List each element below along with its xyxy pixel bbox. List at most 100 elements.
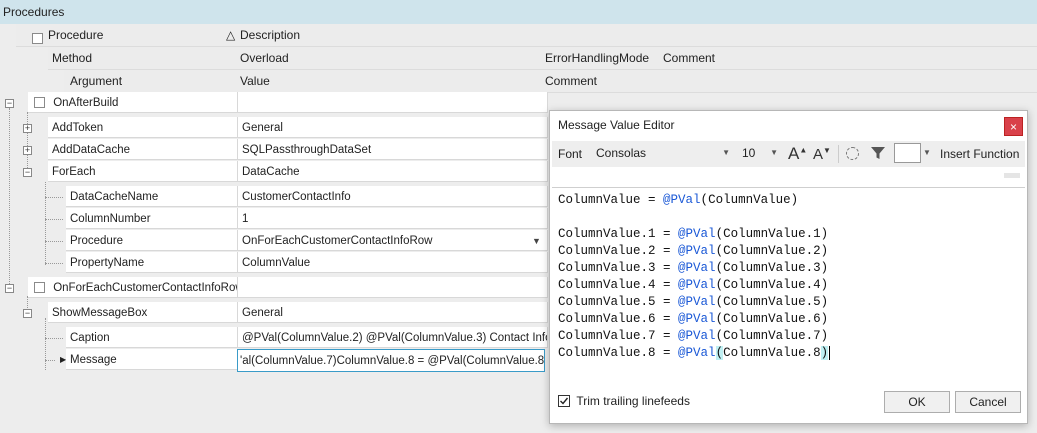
row-checkbox[interactable] (34, 97, 45, 109)
code-line: ColumnValue.1 = @PVal(ColumnValue.1) (558, 227, 828, 241)
insert-function-button[interactable]: Insert Function (940, 147, 1019, 161)
argument-value[interactable]: 1 (238, 208, 548, 229)
tree-row-on-for-each-row[interactable]: − OnForEachCustomerContactInfoRow (0, 277, 548, 299)
tree-row-show-message-box[interactable]: − ShowMessageBox General (0, 302, 548, 324)
code-token-var: ColumnValue.1 (558, 227, 656, 241)
expand-icon[interactable]: + (23, 124, 32, 133)
column-header-description[interactable]: Description (240, 24, 300, 46)
row-label: ShowMessageBox (48, 302, 238, 323)
code-token-open: ( (715, 227, 724, 241)
tree-row-for-each[interactable]: − ForEach DataCache (0, 161, 548, 183)
cancel-button[interactable]: Cancel (955, 391, 1021, 413)
collapse-icon[interactable]: − (23, 168, 32, 177)
code-token-func: @PVal (678, 244, 716, 258)
color-picker-swatch[interactable] (894, 143, 921, 163)
code-token-close: ) (790, 193, 799, 207)
trim-label: Trim trailing linefeeds (576, 393, 690, 408)
header-row-argument: Argument Value Comment (64, 70, 1037, 93)
tree-row-add-token[interactable]: + AddToken General (0, 117, 548, 139)
chevron-down-icon[interactable]: ▼ (722, 143, 730, 163)
argument-value[interactable]: ColumnValue (238, 252, 548, 273)
column-header-arg-comment[interactable]: Comment (545, 70, 597, 92)
clear-format-icon[interactable] (846, 147, 859, 160)
row-value[interactable]: SQLPassthroughDataSet (238, 139, 548, 160)
message-value-input[interactable]: 'al(ColumnValue.7)ColumnValue.8 = @PVal(… (237, 349, 545, 372)
row-checkbox[interactable] (34, 282, 45, 294)
code-line: ColumnValue.5 = @PVal(ColumnValue.5) (558, 295, 828, 309)
argument-row-caption[interactable]: Caption @PVal(ColumnValue.2) @PVal(Colum… (0, 327, 548, 349)
argument-value[interactable]: CustomerContactInfo (238, 186, 548, 207)
column-header-overload[interactable]: Overload (240, 47, 289, 69)
font-name-select[interactable]: Consolas ▼ (588, 143, 734, 163)
filter-icon[interactable] (870, 145, 886, 164)
argument-row-data-cache-name[interactable]: DataCacheName CustomerContactInfo (0, 186, 548, 208)
argument-row-property-name[interactable]: PropertyName ColumnValue (0, 252, 548, 274)
argument-label: Procedure (66, 230, 238, 251)
code-token-eq: = (655, 227, 679, 241)
font-label: Font (558, 147, 583, 161)
trim-checkbox[interactable] (558, 394, 570, 407)
grow-font-glyph: A (788, 144, 800, 163)
code-token-eq: = (640, 193, 664, 207)
argument-value[interactable]: @PVal(ColumnValue.2) @PVal(ColumnValue.3… (238, 327, 548, 348)
code-token-var: ColumnValue.8 (558, 346, 656, 360)
code-line: ColumnValue.4 = @PVal(ColumnValue.4) (558, 278, 828, 292)
code-line: ColumnValue.2 = @PVal(ColumnValue.2) (558, 244, 828, 258)
font-size-select[interactable]: 10 ▼ (738, 143, 782, 163)
tree-row-add-data-cache[interactable]: + AddDataCache SQLPassthroughDataSet (0, 139, 548, 161)
code-token-open: ( (715, 312, 724, 326)
code-token-func: @PVal (678, 295, 716, 309)
collapse-icon[interactable]: − (23, 309, 32, 318)
argument-value-dropdown[interactable]: OnForEachCustomerContactInfoRow ▼ (238, 230, 548, 251)
code-token-var: ColumnValue.2 (558, 244, 656, 258)
column-header-value[interactable]: Value (240, 70, 270, 92)
editor-splitter-handle[interactable] (1004, 173, 1020, 178)
collapse-icon[interactable]: − (5, 99, 14, 108)
argument-row-message[interactable]: ▶ Message 'al(ColumnValue.7)ColumnValue.… (0, 349, 548, 372)
select-all-checkbox[interactable] (32, 33, 43, 44)
code-line: ColumnValue = @PVal(ColumnValue) (558, 193, 798, 207)
code-token-open: ( (715, 346, 724, 360)
code-token-arg: ColumnValue.1 (723, 227, 821, 241)
code-token-eq: = (655, 261, 679, 275)
code-editor[interactable]: ColumnValue = @PVal(ColumnValue) ColumnVa… (552, 187, 1025, 372)
code-token-eq: = (655, 295, 679, 309)
chevron-down-icon[interactable]: ▼ (532, 230, 541, 250)
trim-option[interactable]: Trim trailing linefeeds (558, 393, 690, 408)
argument-row-column-number[interactable]: ColumnNumber 1 (0, 208, 548, 230)
ok-button[interactable]: OK (884, 391, 950, 413)
code-token-open: ( (715, 244, 724, 258)
grow-font-icon[interactable]: A▲ (788, 144, 807, 164)
chevron-down-icon[interactable]: ▼ (923, 143, 931, 163)
expand-icon[interactable]: + (23, 146, 32, 155)
editor-toolbar: Font Consolas ▼ 10 ▼ A▲ A▼ ▼ Insert Func… (552, 141, 1025, 167)
close-icon[interactable]: × (1004, 117, 1023, 136)
code-token-var: ColumnValue.6 (558, 312, 656, 326)
argument-label: PropertyName (66, 252, 238, 273)
code-token-var: ColumnValue.5 (558, 295, 656, 309)
argument-label: Message (66, 349, 238, 370)
chevron-down-icon[interactable]: ▼ (770, 143, 778, 163)
argument-row-procedure[interactable]: Procedure OnForEachCustomerContactInfoRo… (0, 230, 548, 252)
collapse-icon[interactable]: − (5, 284, 14, 293)
row-description-cell[interactable] (238, 277, 548, 298)
text-cursor (829, 346, 831, 360)
column-header-comment[interactable]: Comment (663, 47, 715, 69)
column-header-method[interactable]: Method (52, 47, 92, 69)
row-value[interactable]: General (238, 117, 548, 138)
column-header-error-handling-mode[interactable]: ErrorHandlingMode (545, 47, 649, 69)
tree-row-on-after-build[interactable]: − OnAfterBuild (0, 92, 548, 114)
row-name-cell: OnForEachCustomerContactInfoRow (28, 277, 238, 298)
column-header-procedure[interactable]: Procedure (48, 24, 103, 46)
row-value[interactable]: DataCache (238, 161, 548, 182)
code-token-close: ) (820, 244, 829, 258)
dropdown-value: OnForEachCustomerContactInfoRow (242, 235, 433, 247)
code-token-arg: ColumnValue (708, 193, 791, 207)
dialog-title: Message Value Editor (558, 118, 675, 132)
column-header-argument[interactable]: Argument (70, 70, 122, 92)
row-value[interactable]: General (238, 302, 548, 323)
row-description-cell[interactable] (238, 92, 548, 113)
code-token-func: @PVal (663, 193, 701, 207)
shrink-font-icon[interactable]: A▼ (813, 146, 831, 163)
row-label: AddDataCache (48, 139, 238, 160)
